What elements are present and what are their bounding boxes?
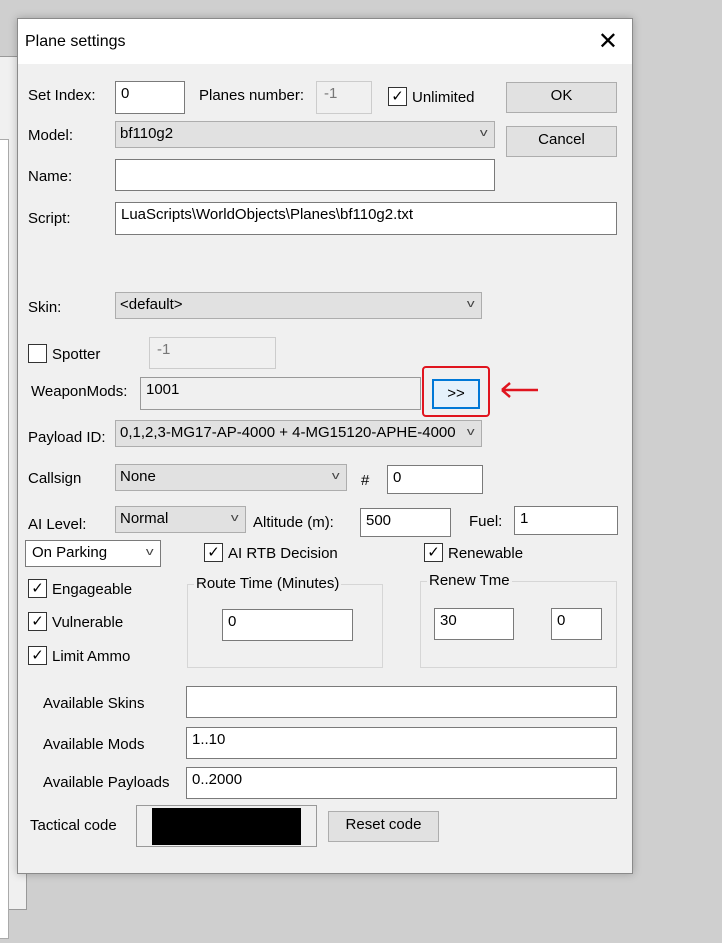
callsign-value: None	[120, 468, 156, 485]
renewable-label: Renewable	[448, 545, 524, 562]
chevron-down-icon: v	[145, 546, 154, 558]
chevron-down-icon: v	[230, 512, 239, 524]
start-mode-select[interactable]: On Parking v	[25, 540, 161, 567]
callsign-select[interactable]: None v	[115, 464, 347, 491]
cancel-button[interactable]: Cancel	[506, 126, 617, 157]
ai-level-select[interactable]: Normal v	[115, 506, 246, 533]
ai-rtb-checkbox[interactable]: ✓	[204, 543, 223, 562]
vulnerable-label: Vulnerable	[52, 614, 124, 631]
renew-time-group: Renew Tme 30 0	[420, 572, 617, 668]
payload-value: 0,1,2,3-MG17-AP-4000 + 4-MG15120-APHE-40…	[120, 424, 456, 441]
available-payloads-input[interactable]: 0..2000	[186, 767, 617, 799]
close-icon[interactable]: ✕	[598, 27, 618, 56]
chevron-down-icon: v	[331, 470, 340, 482]
payload-label: Payload ID:	[28, 429, 106, 446]
annotation-arrow-icon	[501, 382, 538, 398]
chevron-down-icon: v	[466, 426, 475, 438]
model-label: Model:	[28, 127, 74, 144]
chevron-down-icon: v	[466, 298, 475, 310]
route-time-input[interactable]: 0	[222, 609, 353, 641]
renew-time-input-a[interactable]: 30	[434, 608, 514, 640]
planes-number-input[interactable]: -1	[316, 81, 372, 114]
unlimited-checkbox[interactable]: ✓	[388, 87, 407, 106]
limit-ammo-label: Limit Ammo	[52, 648, 131, 665]
skin-select[interactable]: <default> v	[115, 292, 482, 319]
renew-time-label: Renew Tme	[427, 572, 512, 589]
ai-level-value: Normal	[120, 510, 169, 527]
callsign-label: Callsign	[28, 470, 82, 487]
unlimited-label: Unlimited	[412, 89, 475, 106]
set-index-label: Set Index:	[28, 87, 96, 104]
script-input[interactable]: LuaScripts\WorldObjects\Planes\bf110g2.t…	[115, 202, 617, 235]
title-bar: Plane settings ✕	[18, 19, 632, 64]
planes-number-label: Planes number:	[199, 87, 305, 104]
engageable-label: Engageable	[52, 581, 133, 598]
vulnerable-checkbox[interactable]: ✓	[28, 612, 47, 631]
spotter-checkbox[interactable]	[28, 344, 47, 363]
name-label: Name:	[28, 168, 73, 185]
annotation-highlight-box	[422, 366, 490, 417]
weaponmods-label: WeaponMods:	[31, 383, 128, 400]
dialog-title: Plane settings	[25, 33, 126, 50]
ai-rtb-label: AI RTB Decision	[228, 545, 338, 562]
available-mods-input[interactable]: 1..10	[186, 727, 617, 759]
callsign-number-input[interactable]: 0	[387, 465, 483, 494]
spotter-label: Spotter	[52, 346, 101, 363]
payload-select[interactable]: 0,1,2,3-MG17-AP-4000 + 4-MG15120-APHE-40…	[115, 420, 482, 447]
available-payloads-label: Available Payloads	[43, 774, 170, 791]
tactical-code-swatch[interactable]	[152, 808, 301, 845]
route-time-group: Route Time (Minutes) 0	[187, 575, 383, 668]
available-skins-label: Available Skins	[43, 695, 145, 712]
start-mode-value: On Parking	[32, 544, 108, 561]
renewable-checkbox[interactable]: ✓	[424, 543, 443, 562]
name-input[interactable]	[115, 159, 495, 191]
altitude-label: Altitude (m):	[253, 514, 334, 531]
fuel-input[interactable]: 1	[514, 506, 618, 535]
weaponmods-input[interactable]: 1001	[140, 377, 421, 410]
engageable-checkbox[interactable]: ✓	[28, 579, 47, 598]
spotter-input[interactable]: -1	[149, 337, 276, 369]
background-list	[0, 139, 9, 939]
plane-settings-dialog: Plane settings ✕ Set Index: 0 Planes num…	[17, 18, 633, 874]
script-label: Script:	[28, 210, 71, 227]
renew-time-input-b[interactable]: 0	[551, 608, 602, 640]
ai-level-label: AI Level:	[28, 516, 87, 533]
model-value: bf110g2	[120, 125, 174, 142]
skin-value: <default>	[120, 296, 183, 313]
available-mods-label: Available Mods	[43, 736, 145, 753]
chevron-down-icon: v	[479, 127, 488, 139]
skin-label: Skin:	[28, 299, 62, 316]
model-select[interactable]: bf110g2 v	[115, 121, 495, 148]
reset-code-button[interactable]: Reset code	[328, 811, 439, 842]
set-index-input[interactable]: 0	[115, 81, 185, 114]
tactical-code-frame	[136, 805, 317, 847]
limit-ammo-checkbox[interactable]: ✓	[28, 646, 47, 665]
route-time-label: Route Time (Minutes)	[194, 575, 342, 592]
tactical-code-label: Tactical code	[30, 817, 117, 834]
altitude-input[interactable]: 500	[360, 508, 451, 537]
available-skins-input[interactable]	[186, 686, 617, 718]
ok-button[interactable]: OK	[506, 82, 617, 113]
fuel-label: Fuel:	[469, 513, 503, 530]
hash-label: #	[361, 472, 370, 489]
